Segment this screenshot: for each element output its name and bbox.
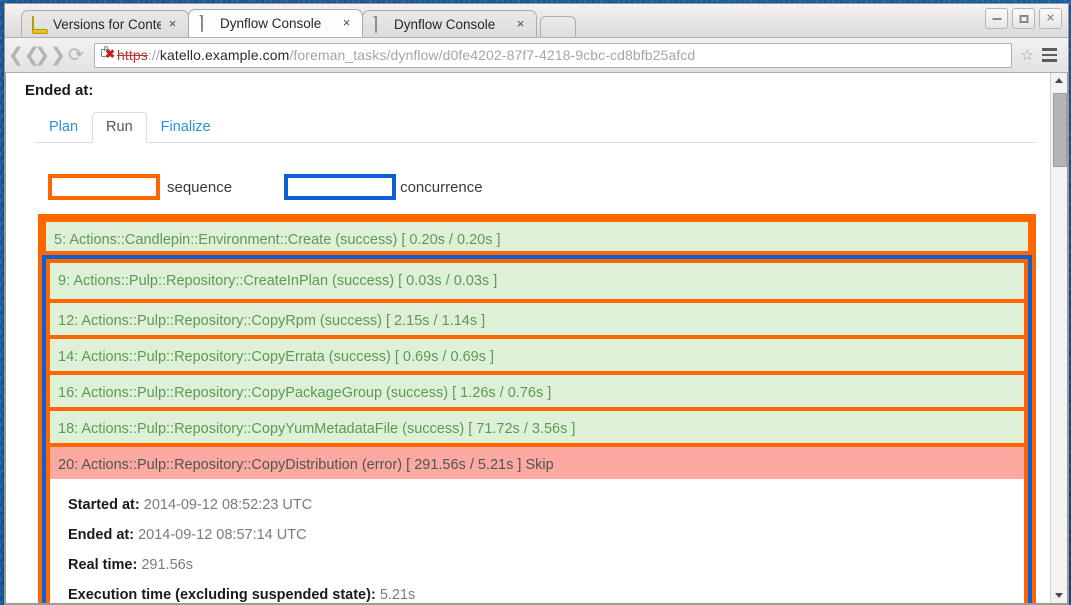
tab-finalize[interactable]: Finalize (147, 112, 225, 143)
tab-title: Dynflow Console (394, 17, 509, 32)
flow-step-18[interactable]: 18: Actions::Pulp::Repository::CopyYumMe… (50, 407, 1024, 443)
tab-run[interactable]: Run (92, 112, 147, 143)
detail-value: 291.56s (141, 557, 193, 573)
detail-real-time: Real time: 291.56s (68, 550, 1024, 580)
flow-step-14[interactable]: 14: Actions::Pulp::Repository::CopyErrat… (50, 335, 1024, 371)
legend-swatch-sequence (48, 174, 160, 200)
skip-link[interactable]: Skip (525, 457, 553, 473)
legend: sequence concurrence (48, 174, 1036, 200)
tab-plan[interactable]: Plan (35, 112, 92, 143)
scrollbar-thumb[interactable] (1053, 93, 1067, 167)
new-tab-button[interactable] (540, 16, 576, 37)
hardhat-favicon-icon (32, 17, 47, 32)
url-separator: :// (148, 47, 160, 63)
sequence-container: 5: Actions::Candlepin::Environment::Crea… (38, 214, 1036, 603)
browser-tab-dynflow-console-2[interactable]: Dynflow Console × (362, 10, 537, 37)
close-icon[interactable]: × (513, 17, 528, 32)
url-text: https://katello.example.com/foreman_task… (117, 47, 695, 63)
detail-value: 5.21s (380, 587, 415, 603)
detail-ended-at: Ended at: 2014-09-12 08:57:14 UTC (68, 520, 1024, 550)
flow-step-9[interactable]: 9: Actions::Pulp::Repository::CreateInPl… (50, 263, 1024, 299)
minimize-button[interactable] (985, 8, 1008, 29)
url-path: /foreman_tasks/dynflow/d0fe4202-87f7-421… (289, 47, 695, 63)
scroll-up-icon[interactable] (1051, 73, 1067, 88)
page-favicon-icon (373, 17, 388, 32)
flow-step-20[interactable]: 20: Actions::Pulp::Repository::CopyDistr… (50, 443, 1024, 479)
tab-title: Versions for Content V (53, 17, 161, 32)
browser-tab-versions[interactable]: Versions for Content V × (21, 10, 189, 37)
flow-step-20-text: 20: Actions::Pulp::Repository::CopyDistr… (58, 457, 521, 473)
maximize-button[interactable] (1012, 8, 1035, 29)
step-details: Started at: 2014-09-12 08:52:23 UTC Ende… (50, 479, 1024, 603)
browser-tab-dynflow-console-1[interactable]: Dynflow Console × (188, 9, 363, 37)
window-controls: ✕ (985, 8, 1062, 29)
legend-label-concurrence: concurrence (400, 179, 483, 196)
detail-execution-time: Execution time (excluding suspended stat… (68, 580, 1024, 603)
legend-label-sequence: sequence (167, 179, 284, 196)
flow-step-16[interactable]: 16: Actions::Pulp::Repository::CopyPacka… (50, 371, 1024, 407)
page-content: Ended at: Plan Run Finalize sequence con… (6, 73, 1050, 603)
insecure-lock-icon: ✖ (100, 47, 115, 63)
page-favicon-icon (199, 16, 214, 31)
sequence-inner-container: 9: Actions::Pulp::Repository::CreateInPl… (46, 259, 1028, 603)
navigation-toolbar: ❮❮ ❯❯ ⟳ ✖ https://katello.example.com/fo… (5, 38, 1068, 73)
phase-tabs: Plan Run Finalize (35, 113, 1036, 143)
legend-swatch-concurrence (284, 174, 396, 200)
flow-step-5[interactable]: 5: Actions::Candlepin::Environment::Crea… (42, 218, 1032, 255)
title-bar: Versions for Content V × Dynflow Console… (5, 4, 1068, 38)
detail-value: 2014-09-12 08:57:14 UTC (138, 527, 306, 543)
forward-icon[interactable]: ❯❯ (37, 42, 63, 68)
browser-window: Versions for Content V × Dynflow Console… (4, 3, 1069, 605)
detail-value: 2014-09-12 08:52:23 UTC (144, 497, 312, 513)
detail-label: Execution time (excluding suspended stat… (68, 587, 376, 603)
close-window-button[interactable]: ✕ (1039, 8, 1062, 29)
page-viewport: Ended at: Plan Run Finalize sequence con… (5, 73, 1068, 604)
bookmark-star-icon[interactable]: ☆ (1021, 46, 1034, 64)
flow-step-12[interactable]: 12: Actions::Pulp::Repository::CopyRpm (… (50, 299, 1024, 335)
reload-icon[interactable]: ⟳ (63, 42, 89, 68)
address-bar[interactable]: ✖ https://katello.example.com/foreman_ta… (94, 43, 1012, 68)
close-icon[interactable]: × (339, 16, 354, 31)
detail-started-at: Started at: 2014-09-12 08:52:23 UTC (68, 490, 1024, 520)
page-scrollbar[interactable] (1050, 73, 1067, 603)
url-host: katello.example.com (160, 47, 290, 63)
scroll-down-icon[interactable] (1051, 588, 1067, 603)
tab-strip: Versions for Content V × Dynflow Console… (21, 9, 576, 37)
detail-label: Ended at: (68, 527, 134, 543)
ended-at-heading: Ended at: (25, 82, 1036, 99)
detail-label: Real time: (68, 557, 137, 573)
close-icon[interactable]: × (165, 17, 180, 32)
url-scheme: https (117, 47, 148, 63)
hamburger-menu-icon[interactable] (1036, 43, 1062, 67)
tab-title: Dynflow Console (220, 16, 335, 31)
concurrence-container: 9: Actions::Pulp::Repository::CreateInPl… (42, 255, 1032, 603)
execution-flow: 5: Actions::Candlepin::Environment::Crea… (38, 214, 1036, 603)
detail-label: Started at: (68, 497, 140, 513)
